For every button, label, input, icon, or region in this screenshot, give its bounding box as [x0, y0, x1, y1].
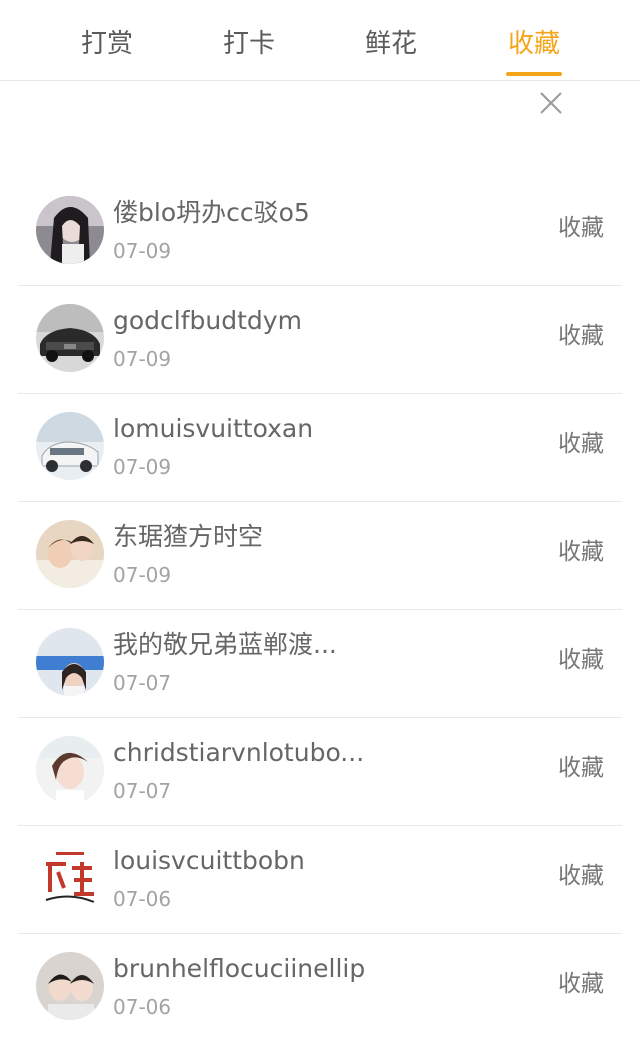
list-item-date: 07-07 [113, 671, 172, 695]
list-item-date: 07-09 [113, 347, 172, 371]
list-item-name: 东琚猹方时空 [113, 522, 264, 551]
list-item-name: godclfbudtdym [113, 306, 302, 335]
favorite-button[interactable]: 收藏 [558, 428, 604, 460]
list-item[interactable]: 我的敬兄弟蓝郸渡... 07-07 收藏 [0, 610, 640, 718]
tab-favorites[interactable]: 收藏 [474, 26, 594, 62]
list-item[interactable]: 东琚猹方时空 07-09 收藏 [0, 502, 640, 610]
list-item-date: 07-09 [113, 563, 172, 587]
list-item-date: 07-07 [113, 779, 172, 803]
favorites-list: 偻blo坍办cc驳o5 07-09 收藏 godclfbudtdym 07-09… [0, 178, 640, 1042]
favorite-button[interactable]: 收藏 [558, 644, 604, 676]
favorite-button[interactable]: 收藏 [558, 320, 604, 352]
tab-flowers[interactable]: 鲜花 [331, 26, 451, 62]
list-item[interactable]: brunhelflocuciinellip 07-06 收藏 [0, 934, 640, 1042]
list-item[interactable]: 偻blo坍办cc驳o5 07-09 收藏 [0, 178, 640, 286]
avatar[interactable] [36, 304, 104, 372]
list-item-name: chridstiarvnlotubo... [113, 738, 365, 767]
active-tab-indicator [506, 72, 562, 76]
list-item-name: louisvcuittbobn [113, 846, 305, 875]
list-item[interactable]: lomuisvuittoxan 07-09 收藏 [0, 394, 640, 502]
tab-checkin[interactable]: 打卡 [189, 26, 309, 62]
favorite-button[interactable]: 收藏 [558, 968, 604, 1000]
list-item[interactable]: louisvcuittbobn 07-06 收藏 [0, 826, 640, 934]
list-item-date: 07-09 [113, 239, 172, 263]
avatar[interactable] [36, 520, 104, 588]
avatar[interactable] [36, 844, 104, 912]
list-item-date: 07-06 [113, 887, 172, 911]
tab-bar: 打赏 打卡 鲜花 收藏 [0, 0, 640, 81]
list-item[interactable]: chridstiarvnlotubo... 07-07 收藏 [0, 718, 640, 826]
list-item-name: lomuisvuittoxan [113, 414, 314, 443]
favorite-button[interactable]: 收藏 [558, 752, 604, 784]
avatar[interactable] [36, 736, 104, 804]
list-item-name: 偻blo坍办cc驳o5 [113, 198, 310, 227]
favorite-button[interactable]: 收藏 [558, 536, 604, 568]
list-item-name: brunhelflocuciinellip [113, 954, 366, 983]
list-item-date: 07-09 [113, 455, 172, 479]
close-icon[interactable] [536, 88, 566, 118]
avatar[interactable] [36, 412, 104, 480]
favorite-button[interactable]: 收藏 [558, 212, 604, 244]
avatar[interactable] [36, 628, 104, 696]
favorite-button[interactable]: 收藏 [558, 860, 604, 892]
list-item-date: 07-06 [113, 995, 172, 1019]
avatar[interactable] [36, 952, 104, 1020]
avatar[interactable] [36, 196, 104, 264]
list-item[interactable]: godclfbudtdym 07-09 收藏 [0, 286, 640, 394]
tab-reward[interactable]: 打赏 [47, 26, 167, 62]
list-item-name: 我的敬兄弟蓝郸渡... [113, 630, 337, 659]
